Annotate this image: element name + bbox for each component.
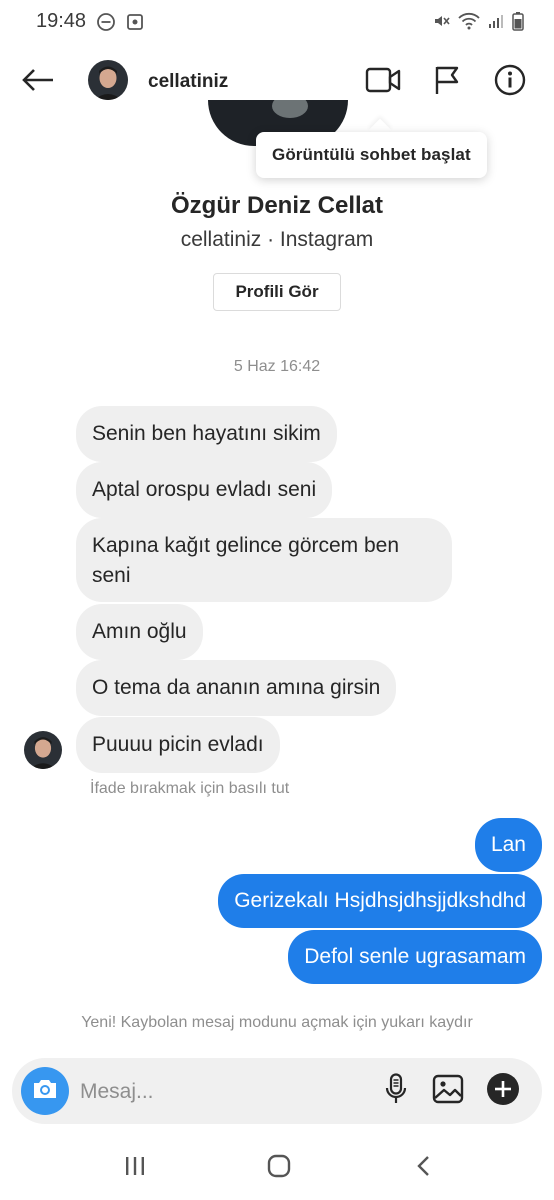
profile-full-name: Özgür Deniz Cellat: [170, 192, 384, 219]
battery-icon: [512, 11, 524, 36]
status-bar: 19:48: [0, 0, 554, 44]
video-chat-tooltip: Görüntülü sohbet başlat: [256, 132, 487, 178]
microphone-icon: [385, 1072, 407, 1110]
camera-button[interactable]: [21, 1067, 69, 1115]
info-icon: [494, 64, 526, 101]
incoming-message[interactable]: Kapına kağıt gelince görcem ben seni: [76, 518, 452, 602]
outgoing-message[interactable]: Gerizekalı Hsjdhsjdhsjjdkshdhd: [218, 874, 542, 928]
profile-subtitle: cellatiniz · Instagram: [180, 228, 374, 251]
incoming-message[interactable]: Amın oğlu: [76, 604, 203, 660]
back-button[interactable]: [18, 64, 58, 100]
view-profile-button[interactable]: Profili Gör: [213, 273, 341, 311]
vanish-mode-hint: Yeni! Kaybolan mesaj modunu açmak için y…: [81, 1014, 473, 1031]
recent-apps-button[interactable]: [115, 1150, 155, 1186]
home-button[interactable]: [259, 1150, 299, 1186]
incoming-message[interactable]: Senin ben hayatını sikim: [76, 406, 337, 462]
camera-icon: [31, 1077, 59, 1106]
incoming-message[interactable]: O tema da ananın amına girsin: [76, 660, 397, 716]
recent-apps-icon: [124, 1155, 146, 1182]
sender-avatar[interactable]: [24, 731, 62, 769]
home-icon: [267, 1154, 291, 1183]
screenshot-icon: [126, 13, 144, 36]
report-button[interactable]: [427, 62, 467, 102]
gallery-icon: [432, 1074, 464, 1109]
system-back-button[interactable]: [404, 1150, 444, 1186]
wifi-icon: [458, 12, 480, 35]
header-username[interactable]: cellatiniz: [148, 71, 228, 93]
avatar[interactable]: [88, 60, 128, 100]
back-arrow-icon: [21, 68, 55, 97]
message-timestamp: 5 Haz 16:42: [233, 358, 321, 375]
info-button[interactable]: [490, 62, 530, 102]
status-time: 19:48: [36, 10, 87, 32]
outgoing-message[interactable]: Defol senle ugrasamam: [288, 930, 542, 984]
message-composer: [12, 1058, 542, 1124]
video-call-button[interactable]: [363, 62, 403, 102]
gallery-button[interactable]: [430, 1073, 466, 1109]
incoming-message[interactable]: Aptal orospu evladı seni: [76, 462, 333, 518]
flag-icon: [434, 65, 460, 100]
incoming-message[interactable]: Puuuu picin evladı: [76, 717, 280, 773]
reaction-hint: İfade bırakmak için basılı tut: [90, 780, 290, 797]
video-call-icon: [365, 67, 401, 98]
mute-icon: [432, 12, 450, 35]
add-icon: [486, 1072, 520, 1111]
outgoing-message[interactable]: Lan: [474, 818, 542, 872]
signal-icon: [488, 13, 504, 34]
system-nav-bar: [0, 1136, 554, 1200]
message-input[interactable]: [80, 1078, 360, 1106]
more-options-button[interactable]: [485, 1072, 521, 1111]
dnd-icon: [96, 12, 116, 37]
chevron-left-icon: [416, 1155, 432, 1182]
voice-message-button[interactable]: [378, 1072, 414, 1110]
